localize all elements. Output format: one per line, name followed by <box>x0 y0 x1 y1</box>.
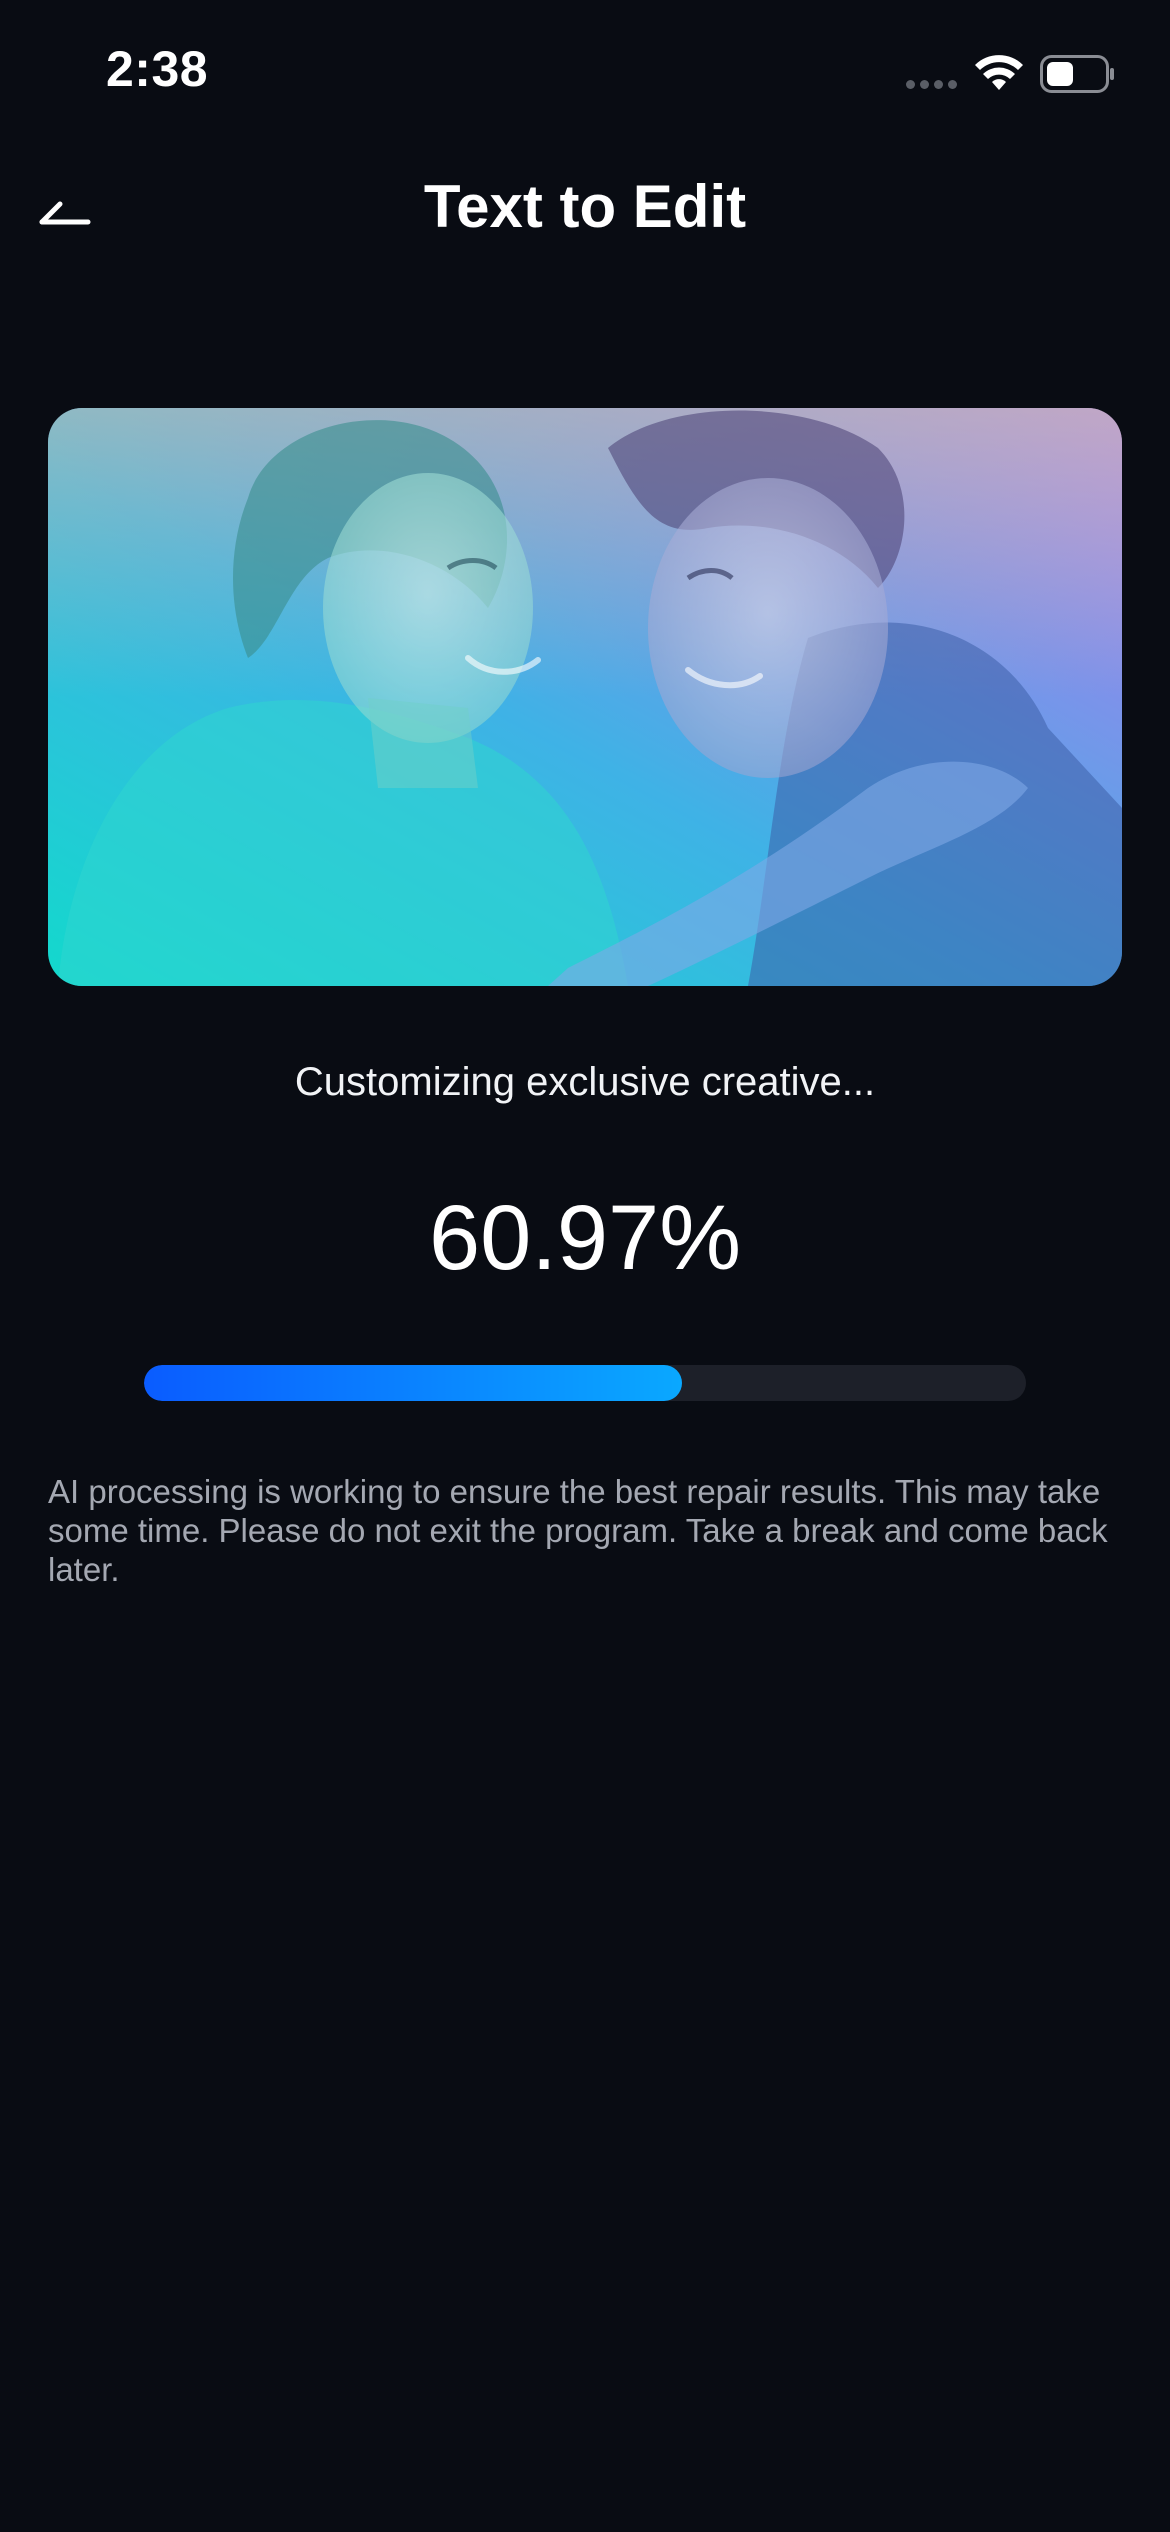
progress-percentage: 60.97% <box>428 1187 742 1289</box>
progress-bar <box>144 1365 1026 1401</box>
progress-bar-fill <box>144 1365 682 1401</box>
wifi-icon <box>975 55 1023 90</box>
status-message: Customizing exclusive creative... <box>294 1060 876 1104</box>
page-title: Text to Edit <box>423 173 747 240</box>
battery-icon <box>1040 55 1114 93</box>
status-bar: 2:38 <box>0 0 1170 150</box>
info-text: AI processing is working to ensure the b… <box>48 1473 1108 1588</box>
nav-header: Text to Edit <box>0 150 1170 264</box>
preview-image <box>48 408 1122 986</box>
status-time: 2:38 <box>106 41 209 97</box>
signal-icon <box>906 80 960 94</box>
